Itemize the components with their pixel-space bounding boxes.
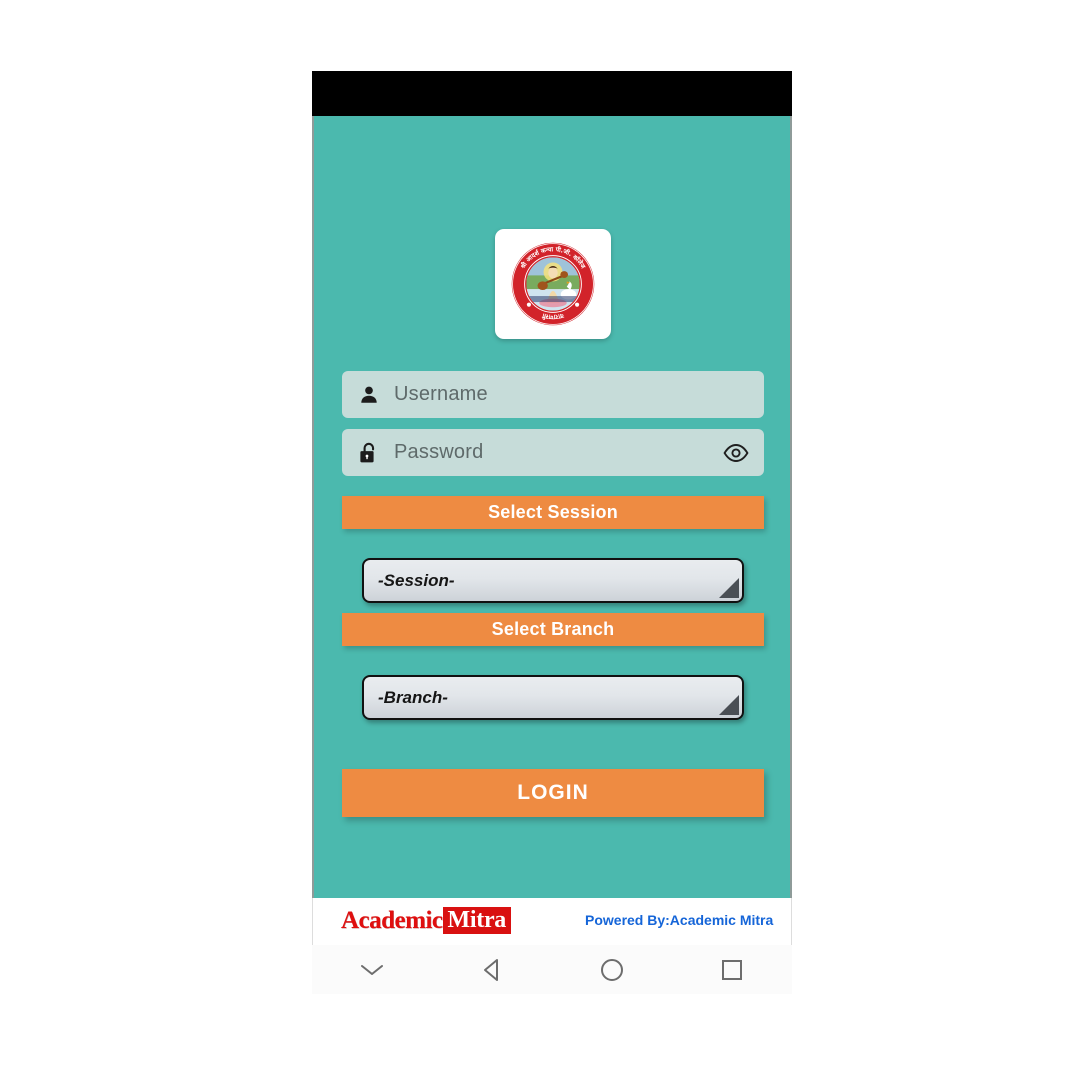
person-icon [356,382,382,408]
password-field[interactable]: Password [342,429,764,476]
session-dropdown[interactable]: -Session- [362,558,744,603]
brand-mitra-text: Mitra [442,907,511,934]
login-button-label: LOGIN [517,781,589,804]
select-session-label: Select Session [488,502,618,522]
session-selected-value: -Session- [378,570,455,590]
branch-dropdown[interactable]: -Branch- [362,675,744,720]
dropdown-arrow-icon [719,578,739,598]
select-session-header: Select Session [342,496,764,529]
powered-by-text: Powered By:Academic Mitra [585,912,774,928]
hide-keyboard-icon[interactable] [312,945,432,994]
academic-mitra-logo: Academic Mitra [341,907,511,934]
brand-academic-text: Academic [341,907,443,934]
back-icon[interactable] [432,945,552,994]
dropdown-arrow-icon [719,695,739,715]
login-screen: श्री आदर्श कन्या पी.जी. कॉलेज वाराणसी Us… [312,116,792,898]
status-bar [312,71,792,116]
college-logo-card: श्री आदर्श कन्या पी.जी. कॉलेज वाराणसी [495,229,611,339]
branch-selected-value: -Branch- [378,687,448,707]
footer-bar: Academic Mitra Powered By:Academic Mitra [312,898,792,945]
eye-icon[interactable] [722,439,750,467]
login-button[interactable]: LOGIN [342,769,764,817]
screenshot-canvas: श्री आदर्श कन्या पी.जी. कॉलेज वाराणसी Us… [0,0,1080,1080]
phone-screen: श्री आदर्श कन्या पी.जी. कॉलेज वाराणसी Us… [312,71,792,994]
home-icon[interactable] [552,945,672,994]
select-branch-label: Select Branch [491,619,615,639]
username-input[interactable]: Username [394,383,750,406]
android-nav-bar [312,945,792,994]
password-input[interactable]: Password [394,441,722,464]
school-seal-saraswati-icon: श्री आदर्श कन्या पी.जी. कॉलेज वाराणसी [510,241,596,327]
username-field[interactable]: Username [342,371,764,418]
lock-open-icon [356,440,382,466]
select-branch-header: Select Branch [342,613,764,646]
recents-icon[interactable] [672,945,792,994]
